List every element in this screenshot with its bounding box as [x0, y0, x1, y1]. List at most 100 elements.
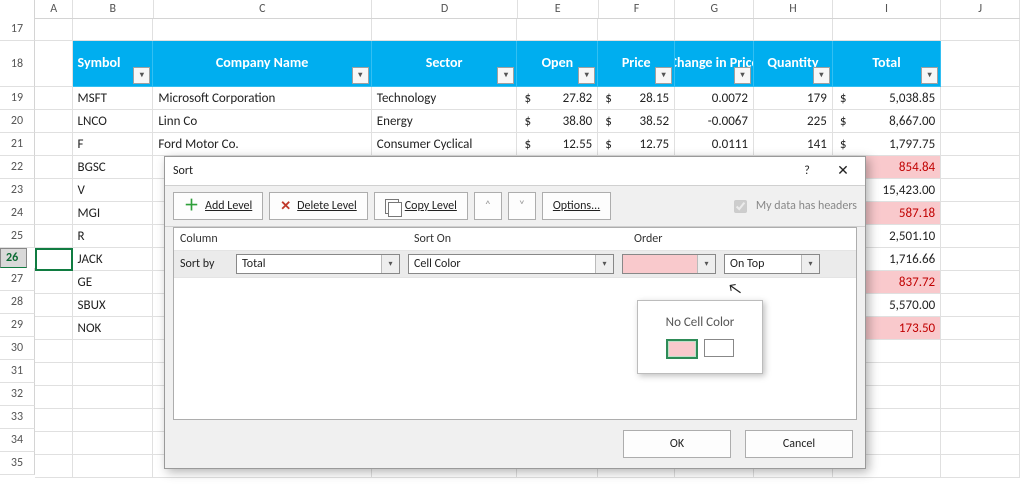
- cell[interactable]: [941, 87, 1020, 110]
- cell-total[interactable]: $5,038.85: [833, 87, 941, 110]
- cell[interactable]: [35, 202, 73, 225]
- move-down-button[interactable]: ˅: [508, 192, 536, 220]
- cell-price[interactable]: $38.52: [598, 110, 675, 133]
- cell[interactable]: [941, 156, 1020, 179]
- color-swatch-white[interactable]: [704, 339, 734, 357]
- filter-button-qty[interactable]: ▾: [813, 67, 830, 84]
- col-header-C[interactable]: C: [154, 0, 373, 18]
- filter-button-symbol[interactable]: ▾: [133, 67, 150, 84]
- cell-total[interactable]: $8,667.00: [833, 110, 941, 133]
- close-button[interactable]: ✕: [827, 161, 859, 181]
- row-header-20[interactable]: 20: [0, 110, 35, 133]
- row-header-21[interactable]: 21: [0, 133, 35, 156]
- cell[interactable]: [941, 110, 1020, 133]
- filter-button-open[interactable]: ▾: [578, 67, 595, 84]
- row-header-27[interactable]: 27: [0, 268, 35, 291]
- cell-symbol[interactable]: R: [73, 225, 154, 248]
- col-header-A[interactable]: A: [35, 0, 72, 18]
- row-header-34[interactable]: 34: [0, 429, 35, 452]
- cell-symbol[interactable]: JACK: [73, 248, 154, 271]
- cell-symbol[interactable]: F: [73, 133, 154, 156]
- col-header-I[interactable]: I: [833, 0, 941, 18]
- cell-symbol[interactable]: GE: [73, 271, 154, 294]
- cell-symbol[interactable]: NOK: [73, 317, 154, 340]
- col-header-J[interactable]: J: [941, 0, 1020, 18]
- col-header-D[interactable]: D: [372, 0, 518, 18]
- cell-sector[interactable]: Technology: [372, 87, 518, 110]
- cell[interactable]: [941, 225, 1020, 248]
- cell-qty[interactable]: 225: [754, 110, 833, 133]
- cell-company[interactable]: Linn Co: [153, 110, 371, 133]
- cell[interactable]: [941, 133, 1020, 156]
- cell[interactable]: [941, 271, 1020, 294]
- cell-symbol[interactable]: BGSC: [73, 156, 154, 179]
- col-header-H[interactable]: H: [754, 0, 833, 18]
- ok-button[interactable]: OK: [623, 430, 731, 458]
- col-header-E[interactable]: E: [518, 0, 599, 18]
- row-header-32[interactable]: 32: [0, 383, 35, 406]
- row-header-30[interactable]: 30: [0, 337, 35, 360]
- sort-level-row[interactable]: Sort by Total▾ Cell Color▾ ▾ On Top▾: [174, 251, 856, 278]
- cell[interactable]: [35, 225, 73, 248]
- cell[interactable]: [941, 179, 1020, 202]
- cell-symbol[interactable]: MSFT: [73, 87, 154, 110]
- filter-button-company[interactable]: ▾: [352, 67, 369, 84]
- cell[interactable]: [35, 294, 73, 317]
- row-header-19[interactable]: 19: [0, 87, 35, 110]
- cell-open[interactable]: $12.55: [517, 133, 598, 156]
- row-header-17[interactable]: 17: [0, 18, 35, 41]
- cell-open[interactable]: $38.80: [517, 110, 598, 133]
- row-header-28[interactable]: 28: [0, 291, 35, 314]
- filter-button-change[interactable]: ▾: [734, 67, 751, 84]
- cell-price[interactable]: $28.15: [598, 87, 675, 110]
- filter-button-sector[interactable]: ▾: [497, 67, 514, 84]
- cell-change[interactable]: 0.0072: [675, 87, 754, 110]
- row-header-23[interactable]: 23: [0, 179, 35, 202]
- delete-level-button[interactable]: ✕Delete Level: [269, 192, 367, 220]
- row-header-18[interactable]: 18: [0, 41, 35, 87]
- move-up-button[interactable]: ˄: [474, 192, 502, 220]
- no-cell-color-option[interactable]: No Cell Color: [666, 315, 735, 330]
- table-row[interactable]: MSFTMicrosoft CorporationTechnology$27.8…: [35, 87, 1020, 110]
- cell-symbol[interactable]: MGI: [73, 202, 154, 225]
- cell[interactable]: [35, 271, 73, 294]
- cell[interactable]: [941, 248, 1020, 271]
- row-header-29[interactable]: 29: [0, 314, 35, 337]
- col-header-F[interactable]: F: [599, 0, 676, 18]
- options-button[interactable]: Options...: [542, 192, 611, 220]
- cell-qty[interactable]: 141: [754, 133, 833, 156]
- cell[interactable]: [941, 317, 1020, 340]
- color-swatch-pink[interactable]: [666, 339, 698, 359]
- sorton-select[interactable]: Cell Color▾: [408, 254, 614, 274]
- cell-symbol[interactable]: V: [73, 179, 154, 202]
- sortby-column-select[interactable]: Total▾: [236, 254, 400, 274]
- row-header-25[interactable]: 25: [0, 225, 35, 248]
- cell-qty[interactable]: 179: [754, 87, 833, 110]
- row-header-22[interactable]: 22: [0, 156, 35, 179]
- headers-checkbox[interactable]: My data has headers: [730, 197, 857, 216]
- cell-symbol[interactable]: SBUX: [73, 294, 154, 317]
- dialog-titlebar[interactable]: Sort ? ✕: [165, 157, 865, 186]
- cell-total[interactable]: $1,797.75: [833, 133, 941, 156]
- col-header-G[interactable]: G: [675, 0, 754, 18]
- cell[interactable]: [35, 248, 73, 271]
- cell[interactable]: [35, 317, 73, 340]
- cell[interactable]: [35, 179, 73, 202]
- add-level-button[interactable]: ＋Add Level: [173, 192, 263, 220]
- table-row[interactable]: LNCOLinn CoEnergy$38.80$38.52-0.0067225$…: [35, 110, 1020, 133]
- cell-company[interactable]: Microsoft Corporation: [153, 87, 371, 110]
- cell-sector[interactable]: Energy: [372, 110, 518, 133]
- cell[interactable]: [941, 202, 1020, 225]
- row-header-33[interactable]: 33: [0, 406, 35, 429]
- row-header-31[interactable]: 31: [0, 360, 35, 383]
- cell-price[interactable]: $12.75: [598, 133, 675, 156]
- cell[interactable]: [941, 294, 1020, 317]
- cell-company[interactable]: Ford Motor Co.: [153, 133, 371, 156]
- cell-change[interactable]: 0.0111: [675, 133, 754, 156]
- cell-sector[interactable]: Consumer Cyclical: [372, 133, 518, 156]
- filter-button-price[interactable]: ▾: [655, 67, 672, 84]
- row-header-35[interactable]: 35: [0, 452, 35, 475]
- copy-level-button[interactable]: Copy Level: [374, 192, 468, 220]
- cell-open[interactable]: $27.82: [517, 87, 598, 110]
- row-header-24[interactable]: 24: [0, 202, 35, 225]
